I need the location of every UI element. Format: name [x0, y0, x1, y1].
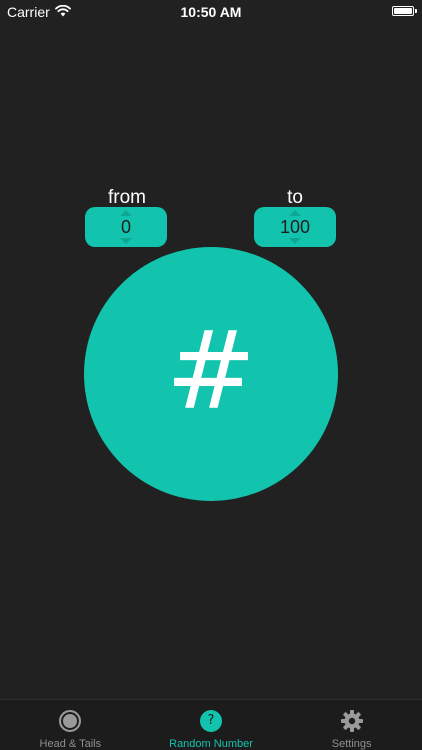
battery-icon [392, 6, 417, 16]
tab-bar: Head & Tails ? Random Number Settings [0, 699, 422, 750]
from-increment-icon[interactable] [120, 210, 132, 216]
to-value: 100 [279, 217, 311, 237]
status-time: 10:50 AM [180, 4, 242, 20]
tab-label: Random Number [169, 738, 253, 750]
to-label: to [287, 187, 303, 208]
tab-head-tails[interactable]: Head & Tails [0, 700, 141, 750]
to-increment-icon[interactable] [289, 210, 301, 216]
tab-icon-wrap [339, 708, 365, 734]
tab-random-number[interactable]: ? Random Number [141, 700, 282, 750]
from-value: 0 [120, 217, 131, 237]
to-stepper[interactable]: 100 [254, 207, 336, 247]
tab-settings[interactable]: Settings [281, 700, 422, 750]
tab-label: Settings [331, 738, 372, 750]
to-decrement-icon[interactable] [289, 238, 301, 244]
hash-symbol: # [165, 309, 257, 434]
battery-fill [394, 8, 412, 14]
generate-button[interactable]: # [84, 247, 338, 501]
from-label: from [108, 187, 146, 208]
tab-label: Head & Tails [39, 738, 102, 750]
tab-icon-wrap [57, 708, 83, 734]
status-bar: Carrier 10:50 AM [0, 0, 422, 24]
gear-icon [340, 710, 363, 732]
tab-icon-wrap: ? [198, 708, 224, 734]
question-icon: ? [200, 710, 222, 732]
battery-tip [415, 9, 417, 13]
from-stepper[interactable]: 0 [85, 207, 167, 247]
app-screen: Carrier 10:50 AM from 0 to 100 # Head & … [0, 0, 422, 750]
coin-icon [59, 710, 82, 732]
from-decrement-icon[interactable] [120, 238, 132, 244]
